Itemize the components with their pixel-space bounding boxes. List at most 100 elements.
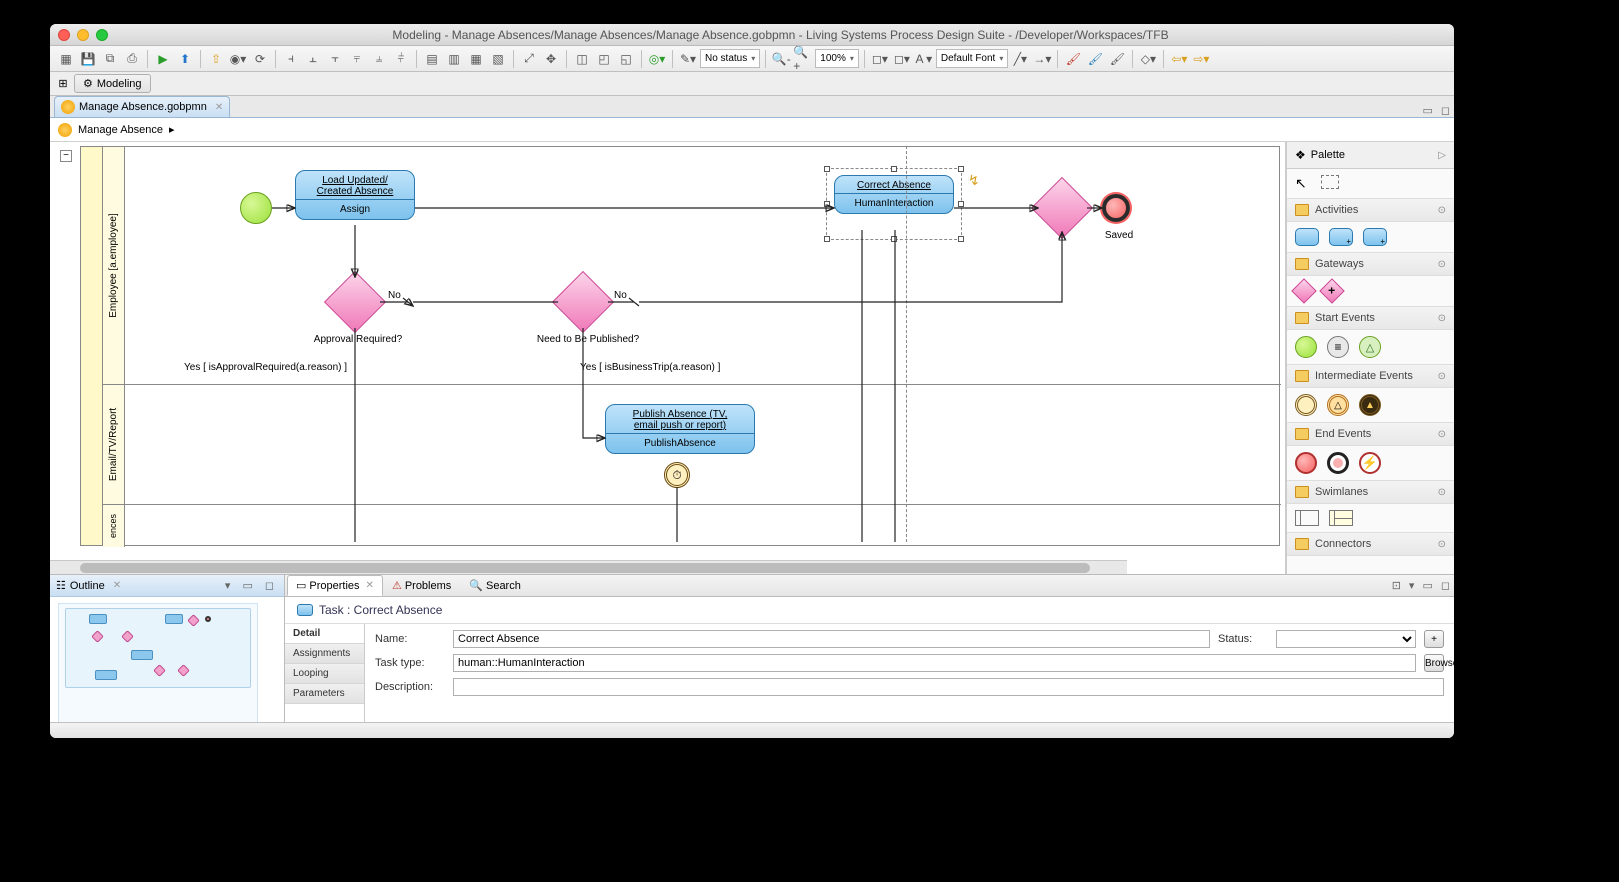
upload-icon[interactable]: ⬆ [175, 49, 195, 69]
name-field[interactable] [453, 630, 1210, 648]
close-tab-icon[interactable]: ✕ [215, 102, 223, 113]
grid-d-icon[interactable]: ▧ [488, 49, 508, 69]
window-close-icon[interactable] [58, 29, 70, 41]
align-right-icon[interactable]: ⫟ [325, 49, 345, 69]
browse-button[interactable]: Browse... [1424, 654, 1444, 672]
drawer-connectors[interactable]: Connectors⊙ [1287, 533, 1454, 556]
zoom-dropdown[interactable]: 100% [815, 49, 859, 68]
pin-icon[interactable]: ✎▾ [678, 49, 698, 69]
drawer-activities[interactable]: Activities⊙ [1287, 199, 1454, 222]
task-correct-absence[interactable]: Correct Absence HumanInteraction [834, 175, 954, 214]
eye-icon[interactable]: ◉▾ [228, 49, 248, 69]
palette-task-icon[interactable] [1295, 228, 1319, 246]
props-menu-icon[interactable]: ▾ [1405, 579, 1419, 592]
lane-employee-header[interactable]: Employee [a.employee] [103, 147, 125, 384]
line-style-icon[interactable]: ╱▾ [1010, 49, 1030, 69]
palette-header[interactable]: ❖ Palette ▷ [1287, 142, 1454, 169]
outline-min-icon[interactable]: ▭ [238, 579, 256, 592]
fill-color-icon[interactable]: ◻▾ [870, 49, 890, 69]
line-color-icon[interactable]: ◻▾ [892, 49, 912, 69]
fwd-icon[interactable]: ⇨▾ [1191, 49, 1211, 69]
palette-gateway-exclusive-icon[interactable] [1291, 278, 1316, 303]
outline-max-icon[interactable]: ◻ [261, 579, 278, 592]
description-field[interactable] [453, 678, 1444, 696]
window-min-icon[interactable] [77, 29, 89, 41]
task-load-absence[interactable]: Load Updated/ Created Absence Assign [295, 170, 415, 220]
tab-search[interactable]: 🔍Search [460, 575, 530, 596]
props-min-icon[interactable]: ▭ [1418, 579, 1436, 592]
palette-start-conditional-icon[interactable]: ≡ [1327, 336, 1349, 358]
outline-thumbnail[interactable] [50, 597, 284, 722]
layer-b-icon[interactable]: ◰ [594, 49, 614, 69]
marquee-tool[interactable] [1321, 175, 1339, 189]
align-left-icon[interactable]: ⫞ [281, 49, 301, 69]
breadcrumb-text[interactable]: Manage Absence [78, 124, 163, 136]
lane-email-header[interactable]: Email/TV/Report [103, 385, 125, 504]
palette-intermediate-signal-icon[interactable]: △ [1327, 394, 1349, 416]
align-bottom-icon[interactable]: ⫩ [391, 49, 411, 69]
pool-header[interactable] [81, 147, 103, 545]
palette-intermediate-throw-icon[interactable]: ▲ [1359, 394, 1381, 416]
canvas-h-scrollbar[interactable] [50, 560, 1127, 574]
side-tab-parameters[interactable]: Parameters [285, 684, 364, 704]
zoom-out-icon[interactable]: 🔍- [771, 49, 791, 69]
deco-a-icon[interactable]: ◇▾ [1138, 49, 1158, 69]
outline-close-icon[interactable]: ✕ [113, 580, 121, 591]
drawer-intermediate[interactable]: Intermediate Events⊙ [1287, 365, 1454, 388]
layer-a-icon[interactable]: ◫ [572, 49, 592, 69]
task-publish-absence[interactable]: Publish Absence (TV, email push or repor… [605, 404, 755, 454]
grid-c-icon[interactable]: ▦ [466, 49, 486, 69]
up-arrow-icon[interactable]: ⇧ [206, 49, 226, 69]
drawer-swimlanes[interactable]: Swimlanes⊙ [1287, 481, 1454, 504]
drawer-start[interactable]: Start Events⊙ [1287, 307, 1454, 330]
maximize-view-icon[interactable]: ◻ [1437, 104, 1454, 117]
end-event-saved[interactable] [1102, 194, 1130, 222]
tab-properties-close[interactable]: ✕ [366, 580, 374, 591]
minimize-view-icon[interactable]: ▭ [1418, 104, 1436, 117]
refresh-icon[interactable]: ⟳ [250, 49, 270, 69]
palette-end-error-icon[interactable]: ⚡ [1359, 452, 1381, 474]
status-dropdown[interactable]: No status [700, 49, 760, 68]
editor-tab-absence[interactable]: Manage Absence.gobpmn ✕ [54, 96, 230, 117]
align-middle-icon[interactable]: ⫨ [369, 49, 389, 69]
expand-icon[interactable]: ⤢ [519, 49, 539, 69]
side-tab-assignments[interactable]: Assignments [285, 644, 364, 664]
window-zoom-icon[interactable] [96, 29, 108, 41]
chevron-right-icon[interactable]: ▸ [169, 123, 175, 136]
timer-boundary-event[interactable]: ⏱ [664, 462, 690, 488]
grid-a-icon[interactable]: ▤ [422, 49, 442, 69]
tab-properties[interactable]: ▭Properties✕ [287, 575, 383, 596]
grid-b-icon[interactable]: ▥ [444, 49, 464, 69]
validate-icon[interactable]: ◎▾ [647, 49, 667, 69]
tasktype-field[interactable] [453, 654, 1416, 672]
font-a-icon[interactable]: A ▾ [914, 49, 934, 69]
lane-employee[interactable]: Employee [a.employee] [103, 147, 1281, 385]
save-icon[interactable]: 💾 [78, 49, 98, 69]
lane-ences-header[interactable]: ences [103, 505, 125, 547]
new-icon[interactable]: ▦ [56, 49, 76, 69]
side-tab-detail[interactable]: Detail [285, 624, 364, 644]
select-tool[interactable]: ↖ [1295, 175, 1311, 192]
scrollbar-thumb[interactable] [80, 563, 1090, 573]
back-icon[interactable]: ⇦▾ [1169, 49, 1189, 69]
palette-intermediate-icon[interactable] [1295, 394, 1317, 416]
side-tab-looping[interactable]: Looping [285, 664, 364, 684]
palette-collapse-icon[interactable]: ▷ [1438, 150, 1446, 161]
brush-plain-icon[interactable]: 🖌 [1107, 49, 1127, 69]
palette-end-terminate-icon[interactable] [1327, 452, 1349, 474]
run-icon[interactable]: ▶ [153, 49, 173, 69]
palette-end-event-icon[interactable] [1295, 452, 1317, 474]
lane-ences[interactable]: ences [103, 505, 1281, 547]
drawer-end[interactable]: End Events⊙ [1287, 423, 1454, 446]
status-select[interactable] [1276, 630, 1416, 648]
palette-start-event-icon[interactable] [1295, 336, 1317, 358]
brush-blue-icon[interactable]: 🖌 [1085, 49, 1105, 69]
status-add-button[interactable]: + [1424, 630, 1444, 648]
palette-subprocess-icon[interactable] [1329, 228, 1353, 246]
arrow-style-icon[interactable]: →▾ [1032, 49, 1052, 69]
start-event[interactable] [240, 192, 272, 224]
task-decorator-icon[interactable]: ↯ [968, 172, 980, 189]
props-max-icon[interactable]: ◻ [1437, 579, 1454, 592]
palette-lane-icon[interactable] [1329, 510, 1353, 526]
save-all-icon[interactable]: ⧉ [100, 49, 120, 69]
